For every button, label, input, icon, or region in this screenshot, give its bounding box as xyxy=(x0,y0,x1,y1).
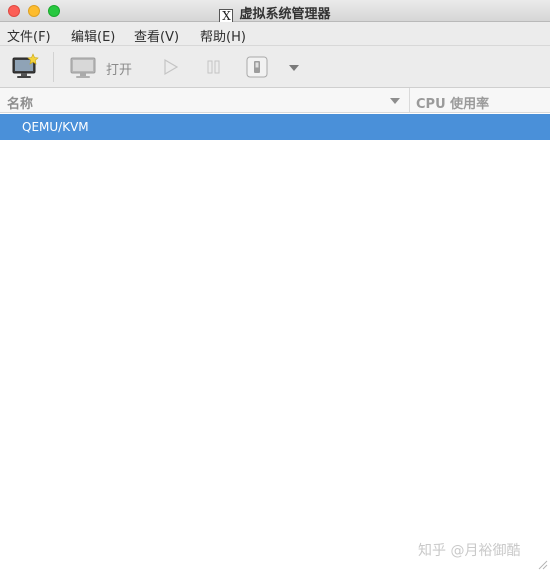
toolbar: 打开 xyxy=(0,46,550,88)
menu-help[interactable]: 帮助(H) xyxy=(200,26,246,45)
title-bar: X 虚拟系统管理器 xyxy=(0,0,550,23)
menu-view[interactable]: 查看(V) xyxy=(134,26,179,45)
toolbar-separator xyxy=(53,52,54,82)
pause-icon xyxy=(207,60,220,74)
shutdown-dropdown-button[interactable] xyxy=(284,52,304,82)
vm-list-area[interactable] xyxy=(0,140,550,572)
sort-arrow-icon[interactable] xyxy=(390,98,400,104)
monitor-icon xyxy=(70,57,96,78)
connection-label: QEMU/KVM xyxy=(22,120,89,134)
run-button[interactable] xyxy=(158,52,184,82)
new-vm-button[interactable] xyxy=(10,52,40,82)
column-divider[interactable] xyxy=(409,88,410,113)
chevron-down-icon xyxy=(289,65,299,71)
column-header-cpu[interactable]: CPU 使用率 xyxy=(416,93,489,112)
new-vm-icon xyxy=(12,53,39,78)
column-header-name[interactable]: 名称 xyxy=(7,93,33,112)
list-item[interactable]: QEMU/KVM xyxy=(0,114,550,140)
window-title: 虚拟系统管理器 xyxy=(239,7,331,22)
watermark: 知乎 @月裕御酷 xyxy=(418,543,521,559)
open-button[interactable] xyxy=(68,52,98,82)
window-title-area: X 虚拟系统管理器 xyxy=(0,3,550,23)
list-header: 名称 CPU 使用率 xyxy=(0,88,550,113)
shutdown-icon xyxy=(246,56,268,78)
menu-edit[interactable]: 编辑(E) xyxy=(71,26,115,45)
x11-icon: X xyxy=(219,9,234,23)
menu-file[interactable]: 文件(F) xyxy=(7,26,51,45)
pause-button[interactable] xyxy=(201,52,227,82)
play-icon xyxy=(164,58,179,76)
menu-bar: 文件(F) 编辑(E) 查看(V) 帮助(H) xyxy=(0,22,550,46)
resize-grip-icon[interactable] xyxy=(536,558,548,570)
shutdown-button[interactable] xyxy=(244,52,270,82)
open-label: 打开 xyxy=(106,63,133,78)
